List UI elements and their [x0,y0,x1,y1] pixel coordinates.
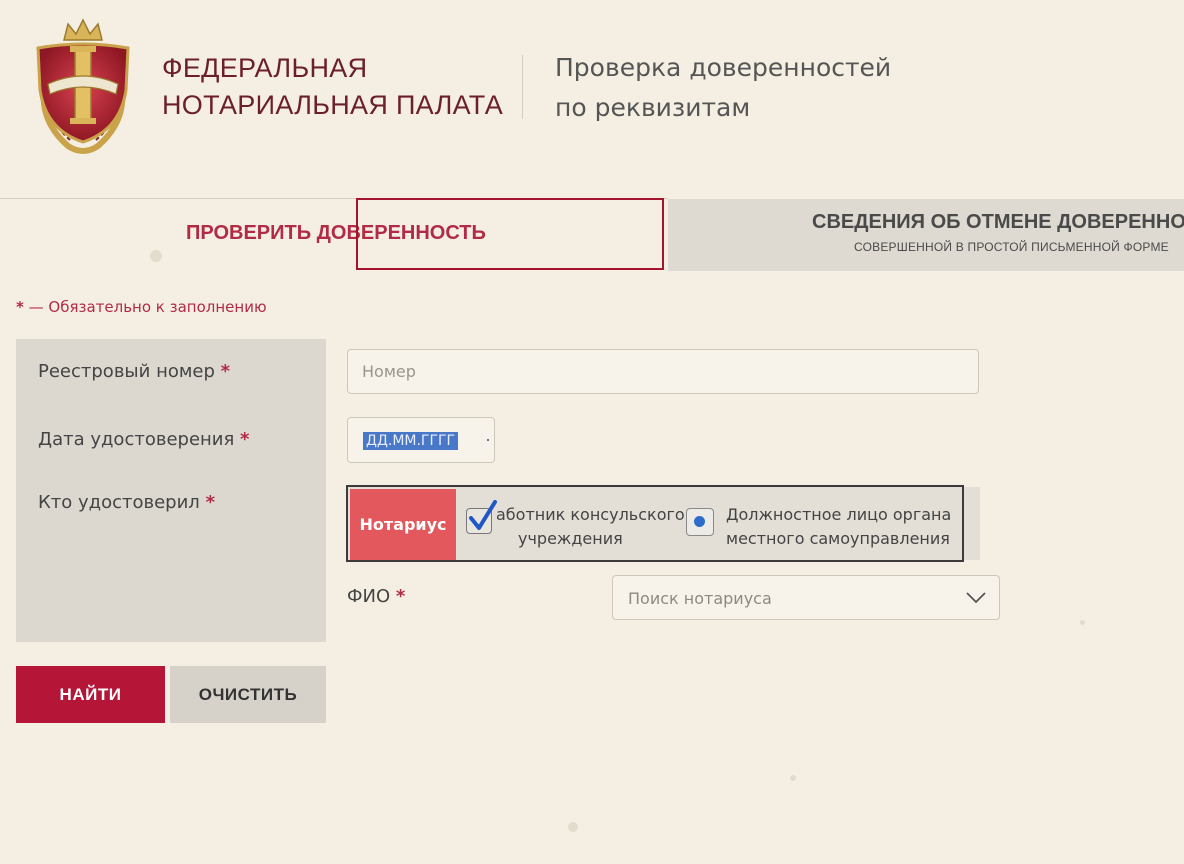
notary-search-select[interactable]: Поиск нотариуса [612,575,1000,620]
radio-selected-dot-icon [694,516,705,527]
form-labels-panel [16,339,326,642]
required-star: * [240,429,250,450]
consular-officer-line2: учреждения [518,529,623,548]
tab-cancellation-info[interactable]: СВЕДЕНИЯ ОБ ОТМЕНЕ ДОВЕРЕННОСТ СОВЕРШЕНН… [668,199,1184,271]
service-title-line2: по реквизитам [555,93,751,122]
header-divider [522,55,523,119]
registry-number-input[interactable] [347,349,979,394]
date-input-cursor-dot [487,439,489,441]
paper-speck [150,250,162,262]
clear-button[interactable]: ОЧИСТИТЬ [170,666,326,723]
required-star: * [395,586,406,607]
local-official-line2: местного самоуправления [726,529,950,548]
certification-date-input[interactable]: ДД.ММ.ГГГГ [347,417,495,463]
checkmark-icon [469,500,497,530]
find-button[interactable]: НАЙТИ [16,666,165,723]
required-note-text: — Обязательно к заполнению [23,298,267,316]
certifier-notary-button[interactable]: Нотариус [350,489,456,560]
date-input-selected-text: ДД.ММ.ГГГГ [363,432,459,450]
consular-officer-line1: аботник консульского [496,505,685,524]
required-fields-note: * — Обязательно к заполнению [16,298,267,316]
notary-search-placeholder: Поиск нотариуса [628,589,772,608]
tab-cancellation-title: СВЕДЕНИЯ ОБ ОТМЕНЕ ДОВЕРЕННОСТ [812,211,1184,233]
organization-name-line2: НОТАРИАЛЬНАЯ ПАЛАТА [162,90,503,120]
certifier-label-text: Кто удостоверил [38,492,200,513]
certification-date-label: Дата удостоверения * [38,429,249,450]
paper-speck [568,822,578,832]
consular-officer-option[interactable]: аботник консульского учреждения [496,503,685,551]
tab-focus-highlight [356,198,664,270]
chevron-down-icon [966,592,986,604]
fio-label-text: ФИО [347,586,391,607]
registry-number-label-text: Реестровый номер [38,361,215,382]
paper-speck [1080,620,1085,625]
organization-name: ФЕДЕРАЛЬНАЯ НОТАРИАЛЬНАЯ ПАЛАТА [162,50,503,124]
local-official-line1: Должностное лицо органа [726,505,952,524]
certifier-group-extension [964,487,980,560]
required-star: * [205,492,215,513]
local-official-radio[interactable] [686,508,714,536]
service-title: Проверка доверенностей по реквизитам [555,48,891,128]
paper-speck [790,775,796,781]
required-star: * [220,361,231,382]
certification-date-label-text: Дата удостоверения [38,429,235,450]
certifier-options-group: Нотариус аботник консульского учреждения… [346,485,964,562]
organization-name-line1: ФЕДЕРАЛЬНАЯ [162,53,368,83]
certifier-label: Кто удостоверил * [38,492,215,513]
fnp-emblem-logo [28,18,138,158]
fio-label: ФИО * [347,586,405,607]
service-title-line1: Проверка доверенностей [555,53,892,82]
required-star: * [16,298,24,316]
tab-cancellation-subtitle: СОВЕРШЕННОЙ В ПРОСТОЙ ПИСЬМЕННОЙ ФОРМЕ [854,240,1169,254]
local-official-option[interactable]: Должностное лицо органа местного самоупр… [726,503,951,551]
registry-number-label: Реестровый номер * [38,361,230,382]
